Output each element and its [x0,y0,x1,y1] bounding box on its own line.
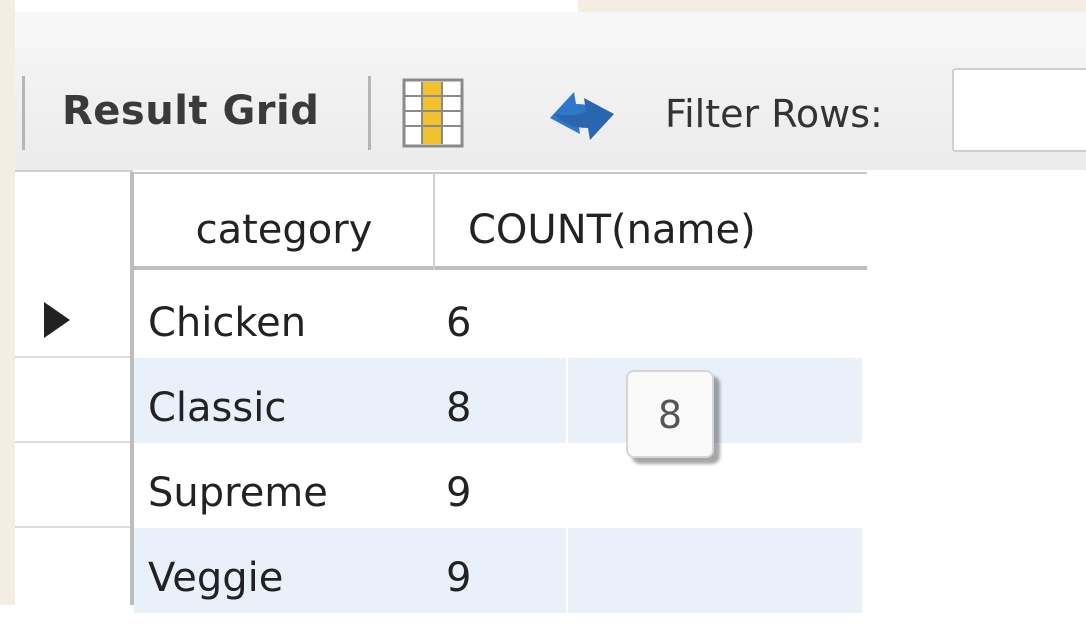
grid-header-row: category COUNT(name) [134,172,867,270]
cell-count[interactable]: 6 [446,273,471,358]
cell-value-tooltip: 8 [626,370,714,458]
cell-category[interactable]: Veggie [148,528,283,613]
grid-toggle-icon[interactable] [402,78,464,148]
gutter-row-separator [15,441,130,443]
current-row-arrow-icon [44,302,70,338]
header-column-divider [433,172,435,270]
background-left-edge [0,0,15,605]
table-row[interactable]: Chicken 6 [134,273,862,358]
cell-count[interactable]: 8 [446,358,471,443]
row-gutter-border [130,172,134,605]
cell-category[interactable]: Chicken [148,273,306,358]
table-row[interactable]: Classic 8 [134,358,862,443]
background-top-left [0,0,578,12]
table-row[interactable]: Veggie 9 [134,528,862,613]
cell-count[interactable]: 9 [446,443,471,528]
toolbar-separator [368,76,371,150]
column-divider [566,528,568,613]
refresh-icon[interactable] [540,82,624,150]
column-divider [566,358,568,443]
cell-category[interactable]: Supreme [148,443,328,528]
cell-category[interactable]: Classic [148,358,286,443]
background-top-right [578,0,1086,12]
filter-rows-label: Filter Rows: [665,92,883,136]
gutter-row-separator [15,356,130,358]
result-grid-tab[interactable]: Result Grid [62,88,319,134]
column-header-count[interactable]: COUNT(name) [434,174,867,272]
filter-rows-input[interactable] [952,68,1086,152]
gutter-row-separator [15,526,130,528]
table-row[interactable]: Supreme 9 [134,443,862,528]
window-top-strip [15,12,1086,48]
gutter-header-divider [15,170,133,172]
column-header-category[interactable]: category [134,174,434,272]
cell-count[interactable]: 9 [446,528,471,613]
toolbar-separator [22,76,25,150]
